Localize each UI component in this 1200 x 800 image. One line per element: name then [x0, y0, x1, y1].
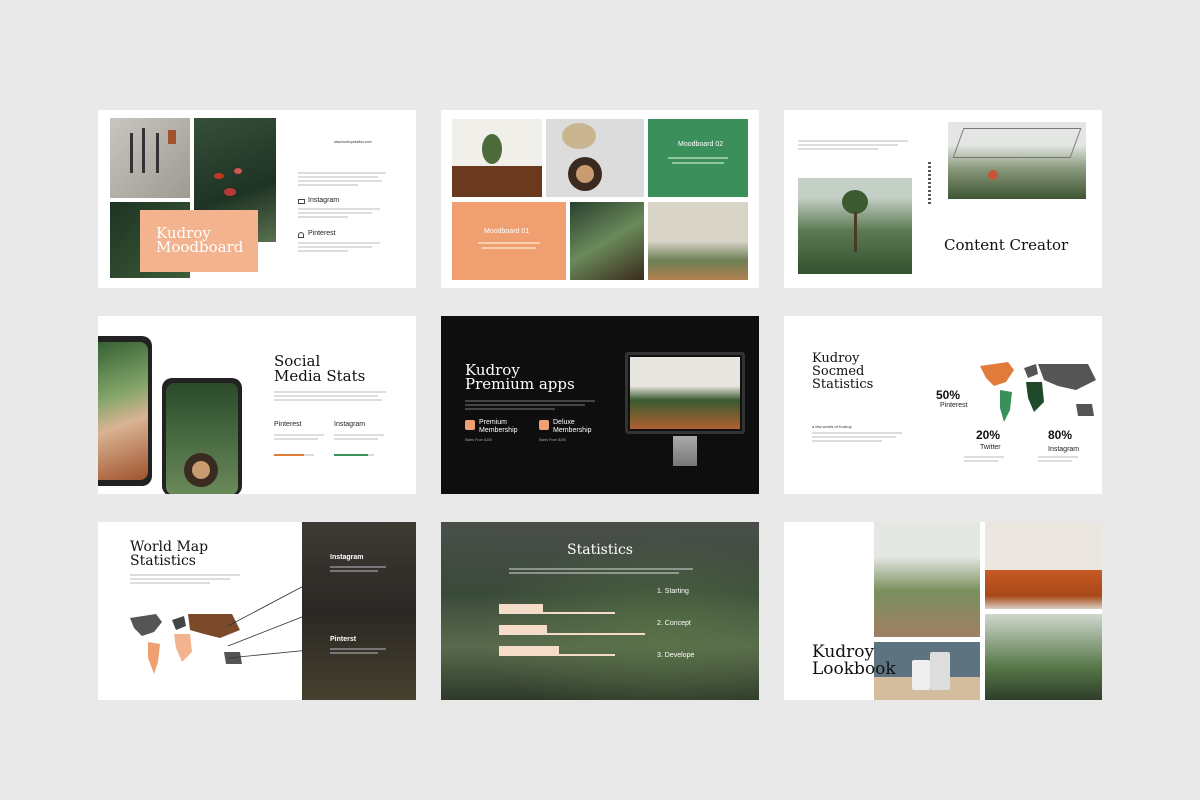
slide-kudroy-moodboard[interactable]: Kudroy Moodboard www.kudroystudios.com I… — [98, 110, 416, 288]
title-line-2: Statistics — [130, 553, 196, 569]
pinterest-progress-bar — [274, 454, 314, 456]
cafe-interior-photo — [874, 522, 980, 637]
slide-premium-apps[interactable]: Kudroy Premium apps Premium Membership D… — [441, 316, 759, 494]
slide-kudroy-lookbook[interactable]: Kudroy Lookbook — [784, 522, 1102, 700]
slide-content-creator[interactable]: Content Creator — [784, 110, 1102, 288]
stat-50-value: 50% — [936, 388, 961, 402]
stat-80-label: Instagram — [1048, 446, 1080, 453]
hanging-plants-photo — [570, 202, 644, 280]
moodboard-02-tile[interactable]: Moodboard 02 — [648, 119, 748, 197]
imac-mockup — [625, 352, 745, 434]
title-block: Kudroy Moodboard — [140, 210, 258, 272]
slide-world-map-statistics[interactable]: World Map Statistics Instagram Pinterst — [98, 522, 416, 700]
moodboard-01-tile[interactable]: Moodboard 01 — [452, 202, 566, 280]
bell-icon — [298, 232, 304, 238]
moodboard-02-label: Moodboard 02 — [678, 141, 724, 148]
premium-icon — [465, 420, 475, 430]
statistics-title: Statistics — [567, 542, 633, 558]
stat-20-value: 20% — [976, 428, 1001, 442]
slide-socmed-statistics[interactable]: Kudroy Socmed Statistics a few words of … — [784, 316, 1102, 494]
wall-plants-photo — [648, 202, 748, 280]
subtitle: a few words of Kudroy — [812, 424, 852, 429]
bar-3-base — [499, 654, 615, 656]
bar-1 — [499, 604, 543, 612]
slide-statistics-cactus[interactable]: Statistics 1. Starting 2. Concept 3. Dev… — [441, 522, 759, 700]
title-line-2: Premium apps — [465, 375, 575, 393]
slide-social-media-stats[interactable]: Social Media Stats Pinterest Instagram — [98, 316, 416, 494]
phone-mockup-left — [98, 336, 152, 486]
latte-succulent-photo — [546, 119, 644, 197]
botanical-garden-photo — [798, 178, 912, 274]
moodboard-01-label: Moodboard 01 — [484, 228, 530, 235]
imac-stand — [673, 436, 697, 466]
stat-80-value: 80% — [1048, 428, 1073, 442]
shelf-plant-photo — [452, 119, 542, 197]
monitor-icon — [298, 199, 305, 204]
instagram-label: Instagram — [330, 554, 364, 561]
bar-2 — [499, 625, 547, 633]
instagram-label: Instagram — [334, 421, 366, 428]
greenhouse-door-photo — [985, 614, 1102, 700]
title-line-3: Statistics — [812, 377, 874, 392]
instagram-label: Instagram — [308, 197, 340, 204]
plant-shop-photo: Instagram Pinterst — [302, 522, 416, 700]
step-3-label: 3. Develope — [657, 652, 695, 659]
premium-label-1: Premium — [479, 419, 508, 426]
pinterest-label: Pinterest — [274, 421, 302, 428]
premium-label-2: Membership — [479, 427, 518, 434]
orange-sofa-photo — [985, 522, 1102, 609]
deluxe-icon — [539, 420, 549, 430]
pinterest-label: Pinterst — [330, 636, 357, 643]
content-creator-title: Content Creator — [944, 236, 1069, 254]
deluxe-label-1: Deluxe — [553, 419, 575, 426]
bar-1-base — [499, 612, 615, 614]
stat-50-label: Pinterest — [940, 402, 968, 409]
world-map — [980, 362, 1096, 422]
phone-mockup-right — [162, 378, 242, 494]
bar-2-base — [499, 633, 645, 635]
title-line-2: Media Stats — [274, 367, 366, 385]
title-line-1: World Map — [130, 539, 209, 555]
premium-price: Starts From $100 — [465, 438, 493, 442]
body-text — [298, 172, 386, 186]
vertical-url — [928, 162, 931, 206]
deluxe-price: Starts From $200 — [539, 438, 567, 442]
step-1-label: 1. Starting — [657, 588, 689, 595]
stat-20-label: Twitter — [980, 444, 1001, 451]
url-text[interactable]: www.kudroystudios.com — [334, 140, 372, 145]
pinterest-label: Pinterest — [308, 230, 336, 237]
garden-tools-photo — [110, 118, 190, 198]
slide-moodboard-grid[interactable]: Moodboard 02 Moodboard 01 — [441, 110, 759, 288]
deluxe-label-2: Membership — [553, 427, 592, 434]
greenhouse-photo — [948, 122, 1086, 199]
title-line-2: Lookbook — [812, 659, 896, 679]
instagram-progress-bar — [334, 454, 374, 456]
title-line-2: Moodboard — [156, 238, 244, 256]
bar-3 — [499, 646, 559, 654]
step-2-label: 2. Concept — [657, 620, 691, 627]
